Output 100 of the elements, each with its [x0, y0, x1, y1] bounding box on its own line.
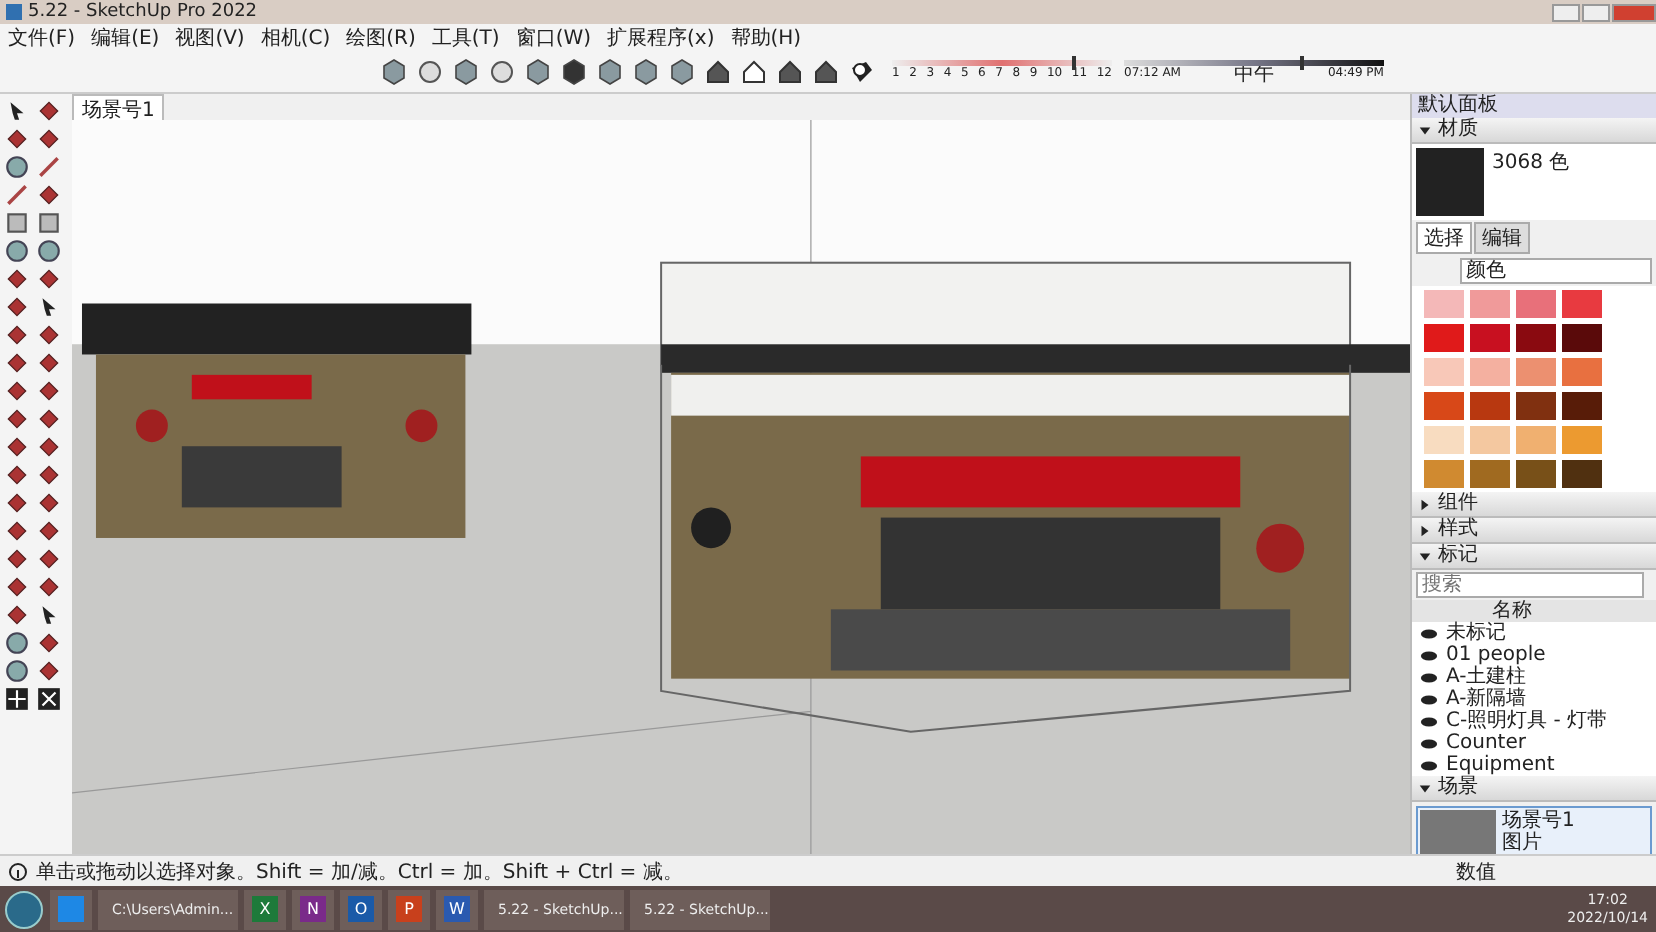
pencil-icon[interactable] [4, 182, 30, 208]
color-swatch[interactable] [1424, 358, 1464, 386]
taskbar-button[interactable]: W [436, 889, 478, 929]
color-swatch[interactable] [1470, 392, 1510, 420]
app-icon: O [348, 896, 374, 922]
grid-icon[interactable] [36, 686, 62, 712]
sphere-icon[interactable] [4, 630, 30, 656]
tag-name: 01 people [1446, 644, 1546, 666]
menu-item[interactable]: 编辑(E) [91, 24, 160, 52]
sphere-icon[interactable] [4, 658, 30, 684]
circle-icon[interactable] [4, 238, 30, 264]
color-swatch[interactable] [1516, 392, 1556, 420]
color-swatch[interactable] [1470, 324, 1510, 352]
scene-item[interactable]: 场景号1 图片 [1416, 806, 1652, 854]
app-icon: P [396, 896, 422, 922]
taskbar-button[interactable]: X [244, 889, 286, 929]
circle-icon[interactable] [36, 238, 62, 264]
tag-name: A-新隔墙 [1446, 688, 1527, 710]
rectangle-icon[interactable] [36, 210, 62, 236]
menu-item[interactable]: 帮助(H) [730, 24, 802, 52]
menu-item[interactable]: 绘图(R) [346, 24, 416, 52]
menu-item[interactable]: 工具(T) [431, 24, 500, 52]
color-swatch[interactable] [1516, 324, 1556, 352]
color-swatch[interactable] [1562, 392, 1602, 420]
shadow-icon[interactable] [848, 58, 876, 86]
cube-icon[interactable] [560, 58, 588, 86]
menu-item[interactable]: 视图(V) [175, 24, 245, 52]
tag-name: Counter [1446, 732, 1526, 754]
tag-name: A-土建柱 [1446, 666, 1527, 688]
material-name: 3068 色 [1492, 150, 1570, 178]
close-button[interactable] [1612, 3, 1656, 21]
status-hint: 单击或拖动以选择对象。Shift = 加/减。Ctrl = 加。Shift + Ctrl = 减。 [36, 859, 683, 885]
scene-thumbnail [1420, 810, 1496, 854]
tag-name: C-照明灯具 - 灯带 [1446, 710, 1608, 732]
color-swatch[interactable] [1424, 290, 1464, 318]
library-dropdown[interactable]: 颜色 [1460, 258, 1652, 284]
section-header[interactable]: 样式 [1438, 518, 1478, 542]
color-swatch[interactable] [1562, 290, 1602, 318]
caret-down-icon[interactable] [1418, 781, 1432, 795]
menu-item[interactable]: 扩展程序(x) [607, 24, 715, 52]
cube-icon[interactable] [380, 58, 408, 86]
color-swatch[interactable] [1424, 426, 1464, 454]
panel-tab[interactable]: 选择 [1416, 222, 1472, 254]
search-field[interactable]: 搜索 [1416, 572, 1644, 598]
color-swatch[interactable] [1470, 290, 1510, 318]
menu-item[interactable]: 窗口(W) [515, 24, 592, 52]
menu-item[interactable]: 文件(F) [8, 24, 76, 52]
caret-down-icon[interactable] [1418, 123, 1432, 137]
app-icon: N [300, 896, 326, 922]
house-icon[interactable] [812, 58, 840, 86]
color-swatch[interactable] [1470, 426, 1510, 454]
column-header[interactable]: 名称 [1412, 600, 1656, 622]
taskbar-button[interactable]: P [388, 889, 430, 929]
color-swatch[interactable] [1516, 358, 1556, 386]
box-icon[interactable] [632, 58, 660, 86]
box-icon[interactable] [668, 58, 696, 86]
app-icon [6, 4, 22, 20]
section-header[interactable]: 材质 [1438, 118, 1478, 142]
color-swatch[interactable] [1516, 460, 1556, 488]
color-swatch[interactable] [1516, 426, 1556, 454]
menu-item[interactable]: 相机(C) [260, 24, 331, 52]
model-viewport[interactable] [72, 120, 1410, 854]
color-swatch[interactable] [1562, 460, 1602, 488]
house-icon[interactable] [704, 58, 732, 86]
house-icon[interactable] [776, 58, 804, 86]
sphere-icon[interactable] [488, 58, 516, 86]
cube-icon[interactable] [452, 58, 480, 86]
section-header[interactable]: 标记 [1438, 544, 1478, 568]
taskbar-button[interactable]: N [292, 889, 334, 929]
color-swatch[interactable] [1562, 358, 1602, 386]
app-icon: X [252, 896, 278, 922]
app-icon: W [444, 896, 470, 922]
sphere-icon[interactable] [416, 58, 444, 86]
color-swatch[interactable] [1424, 392, 1464, 420]
color-swatch[interactable] [1562, 426, 1602, 454]
panel-tab[interactable]: 编辑 [1474, 222, 1530, 254]
cube-icon[interactable] [596, 58, 624, 86]
scene-tab[interactable]: 场景号1 [72, 94, 165, 120]
tag-name: 未标记 [1446, 622, 1506, 644]
color-swatch[interactable] [1516, 290, 1556, 318]
house-icon[interactable] [740, 58, 768, 86]
caret-right-icon[interactable] [1418, 497, 1432, 511]
start-button[interactable] [4, 889, 44, 929]
section-header[interactable]: 场景 [1438, 776, 1478, 800]
caret-right-icon[interactable] [1418, 523, 1432, 537]
pencil-icon[interactable] [36, 154, 62, 180]
taskbar-button[interactable]: O [340, 889, 382, 929]
color-swatch[interactable] [1562, 324, 1602, 352]
caret-down-icon[interactable] [1418, 549, 1432, 563]
section-header[interactable]: 组件 [1438, 492, 1478, 516]
info-icon[interactable] [8, 861, 28, 881]
app-icon [58, 896, 84, 922]
color-swatch[interactable] [1424, 324, 1464, 352]
color-swatch[interactable] [1424, 460, 1464, 488]
cube-icon[interactable] [524, 58, 552, 86]
color-swatch[interactable] [1470, 460, 1510, 488]
rectangle-icon[interactable] [4, 210, 30, 236]
color-swatch[interactable] [1470, 358, 1510, 386]
scene-description: 图片 [1502, 832, 1544, 854]
grid-icon[interactable] [4, 686, 30, 712]
